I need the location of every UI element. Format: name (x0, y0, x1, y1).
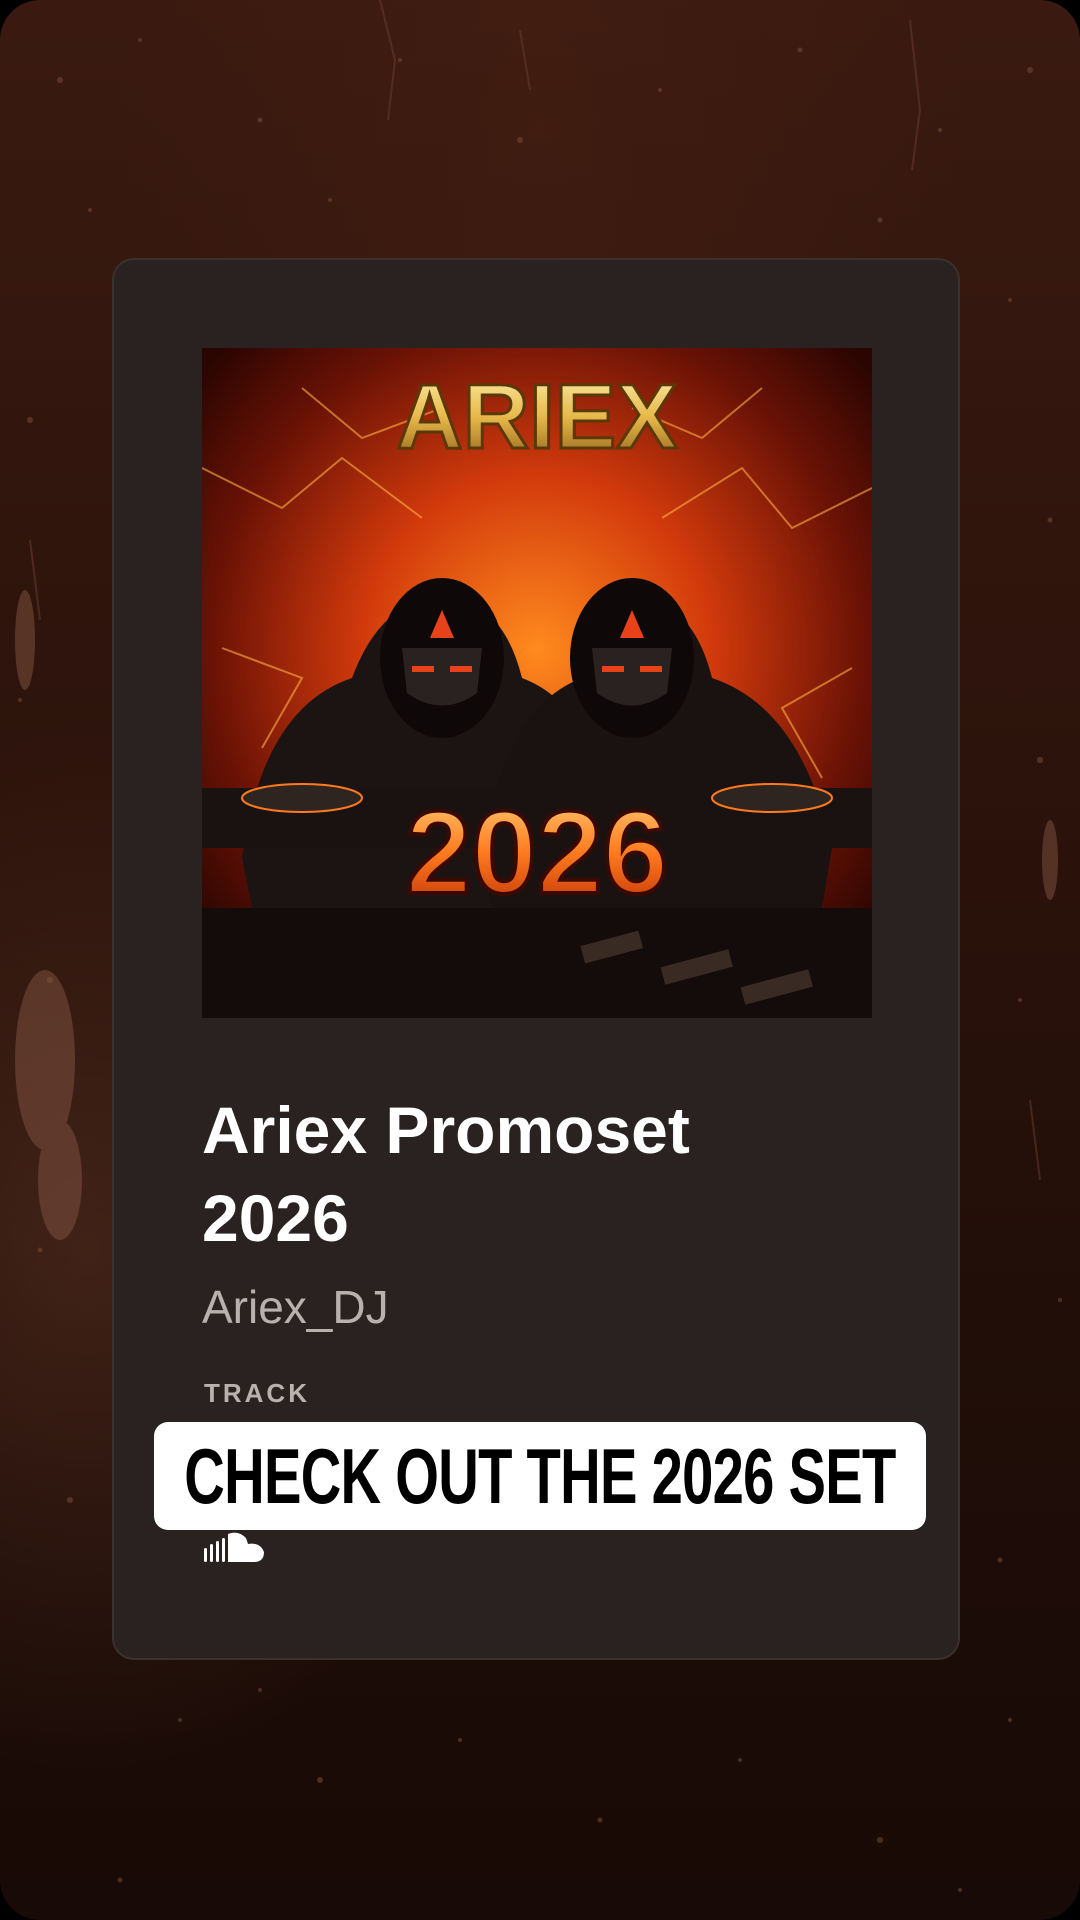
artwork-year-text: 2026 (406, 787, 669, 919)
story-background: ARIEX 2026 Ariex Promoset 2026 Ariex_DJ … (0, 0, 1080, 1920)
content-type-label: TRACK (204, 1378, 310, 1408)
album-artwork[interactable]: ARIEX 2026 (202, 348, 872, 1018)
track-title[interactable]: Ariex Promoset 2026 (202, 1086, 842, 1262)
sticker-text: CHECK OUT THE 2026 SET (184, 1432, 896, 1520)
artwork-graphic: ARIEX 2026 (202, 348, 872, 1018)
artist-name[interactable]: Ariex_DJ (202, 1280, 389, 1334)
artwork-brand-text: ARIEX (396, 366, 677, 468)
soundcloud-icon (204, 1532, 264, 1562)
story-text-sticker[interactable]: CHECK OUT THE 2026 SET (154, 1422, 926, 1530)
